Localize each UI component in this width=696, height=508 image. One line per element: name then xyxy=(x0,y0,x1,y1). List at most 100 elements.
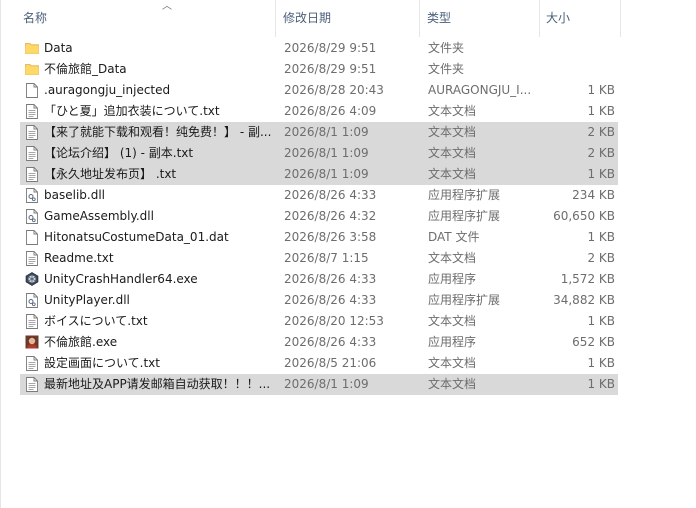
file-row[interactable]: 「ひと夏」追加衣装について.txt 2026/8/26 4:09 文本文档 1 KB xyxy=(20,101,618,122)
column-header-size-label: 大小 xyxy=(546,11,571,25)
unity-icon xyxy=(25,272,39,287)
file-size: 652 KB xyxy=(572,335,615,349)
file-type: 文本文档 xyxy=(428,314,477,328)
text-file-icon xyxy=(26,314,40,329)
file-row[interactable]: 不倫旅館.exe 2026/8/26 4:33 应用程序 652 KB xyxy=(20,332,618,353)
file-name: baselib.dll xyxy=(44,188,105,202)
file-size: 1 KB xyxy=(587,356,615,370)
file-row[interactable]: ボイスについて.txt 2026/8/20 12:53 文本文档 1 KB xyxy=(20,311,618,332)
text-file-icon xyxy=(26,251,40,266)
file-type: 文本文档 xyxy=(428,104,477,118)
file-modified-date: 2026/8/28 20:43 xyxy=(284,83,384,97)
column-header-type[interactable]: 类型 xyxy=(424,0,540,37)
file-modified-date: 2026/8/29 9:51 xyxy=(284,62,377,76)
file-name: Readme.txt xyxy=(44,251,114,265)
file-size: 234 KB xyxy=(572,188,615,202)
file-name: 設定画面について.txt xyxy=(44,356,160,370)
file-name: 不倫旅館.exe xyxy=(44,335,118,349)
text-file-icon xyxy=(26,146,40,161)
file-name: Data xyxy=(44,41,73,55)
file-modified-date: 2026/8/1 1:09 xyxy=(284,167,369,181)
file-row[interactable]: UnityCrashHandler64.exe 2026/8/26 4:33 应用程… xyxy=(20,269,618,290)
file-row[interactable]: 最新地址及APP请发邮箱自动获取！！！... 2026/8/1 1:09 文本文档 1… xyxy=(20,374,618,395)
file-type: 文本文档 xyxy=(428,377,477,391)
file-modified-date: 2026/8/1 1:09 xyxy=(284,125,369,139)
file-modified-date: 2026/8/1 1:09 xyxy=(284,377,369,391)
file-type: 应用程序扩展 xyxy=(428,209,501,223)
file-type: 文本文档 xyxy=(428,125,477,139)
column-header-name[interactable]: 名称 ︿ xyxy=(20,0,276,37)
file-row[interactable]: 【永久地址发布页】 .txt 2026/8/1 1:09 文本文档 1 KB xyxy=(20,164,618,185)
file-type: 文本文档 xyxy=(428,167,477,181)
sort-ascending-icon: ︿ xyxy=(162,1,172,12)
file-row[interactable]: .auragongju_injected 2026/8/28 20:43 AURAG… xyxy=(20,80,618,101)
text-file-icon xyxy=(26,104,40,119)
file-name: 不倫旅館_Data xyxy=(44,62,127,76)
file-type: 文件夹 xyxy=(428,62,465,76)
column-header-size[interactable]: 大小 xyxy=(543,0,621,37)
file-name: 最新地址及APP请发邮箱自动获取！！！... xyxy=(44,377,271,391)
file-row[interactable]: HitonatsuCostumeData_01.dat 2026/8/26 3:5… xyxy=(20,227,618,248)
dll-file-icon xyxy=(26,293,40,308)
text-file-icon xyxy=(26,167,40,182)
file-row[interactable]: 設定画面について.txt 2026/8/5 21:06 文本文档 1 KB xyxy=(20,353,618,374)
text-file-icon xyxy=(26,377,40,392)
file-size: 1 KB xyxy=(587,377,615,391)
file-row[interactable]: baselib.dll 2026/8/26 4:33 应用程序扩展 234 KB xyxy=(20,185,618,206)
file-type: 应用程序扩展 xyxy=(428,293,501,307)
dll-file-icon xyxy=(26,209,40,224)
file-size: 34,882 KB xyxy=(553,293,615,307)
file-size xyxy=(543,39,615,58)
file-row[interactable]: 【论坛介绍】 (1) - 副本.txt 2026/8/1 1:09 文本文档 2 KB xyxy=(20,143,618,164)
game-app-icon xyxy=(25,335,39,350)
file-size: 60,650 KB xyxy=(553,209,615,223)
file-name: ボイスについて.txt xyxy=(44,314,148,328)
dll-file-icon xyxy=(26,188,40,203)
file-name: 【永久地址发布页】 .txt xyxy=(44,167,177,181)
file-row[interactable]: 不倫旅館_Data 2026/8/29 9:51 文件夹 xyxy=(20,59,618,80)
file-name: 【来了就能下载和观看！纯免费！】 - 副... xyxy=(44,125,272,139)
column-header-date[interactable]: 修改日期 xyxy=(280,0,420,37)
file-row[interactable]: GameAssembly.dll 2026/8/26 4:32 应用程序扩展 60,6… xyxy=(20,206,618,227)
file-modified-date: 2026/8/26 4:09 xyxy=(284,104,377,118)
column-header-type-label: 类型 xyxy=(427,11,452,25)
file-type: 文本文档 xyxy=(428,356,477,370)
file-type: 文本文档 xyxy=(428,146,477,160)
file-modified-date: 2026/8/26 3:58 xyxy=(284,230,377,244)
file-modified-date: 2026/8/5 21:06 xyxy=(284,356,377,370)
file-type: AURAGONGJU_I... xyxy=(428,83,532,97)
file-row[interactable]: 【来了就能下载和观看！纯免费！】 - 副... 2026/8/1 1:09 文本文档… xyxy=(20,122,618,143)
file-type: 应用程序 xyxy=(428,272,477,286)
file-row[interactable]: Data 2026/8/29 9:51 文件夹 xyxy=(20,38,618,59)
column-header-name-label: 名称 xyxy=(23,11,48,25)
file-modified-date: 2026/8/26 4:33 xyxy=(284,335,377,349)
file-type: DAT 文件 xyxy=(428,230,480,244)
file-size: 2 KB xyxy=(587,125,615,139)
file-modified-date: 2026/8/26 4:32 xyxy=(284,209,377,223)
file-size: 1 KB xyxy=(587,230,615,244)
file-list: Data 2026/8/29 9:51 文件夹 不倫旅館_Data 2026/8/29 … xyxy=(20,38,620,395)
file-type: 应用程序 xyxy=(428,335,477,349)
file-name: .auragongju_injected xyxy=(44,83,171,97)
file-modified-date: 2026/8/26 4:33 xyxy=(284,272,377,286)
file-modified-date: 2026/8/26 4:33 xyxy=(284,188,377,202)
file-name: HitonatsuCostumeData_01.dat xyxy=(44,230,229,244)
file-modified-date: 2026/8/20 12:53 xyxy=(284,314,384,328)
file-row[interactable]: Readme.txt 2026/8/7 1:15 文本文档 2 KB xyxy=(20,248,618,269)
file-list-pane: 名称 ︿ 修改日期 类型 大小 Data 2026/8/29 9:51 文件夹 不倫旅… xyxy=(0,0,696,508)
file-size: 2 KB xyxy=(587,251,615,265)
file-icon xyxy=(26,83,40,98)
column-header-bar: 名称 ︿ 修改日期 类型 大小 xyxy=(1,0,696,37)
file-name: UnityCrashHandler64.exe xyxy=(44,272,198,286)
file-type: 应用程序扩展 xyxy=(428,188,501,202)
file-modified-date: 2026/8/26 4:33 xyxy=(284,293,377,307)
file-size: 1 KB xyxy=(587,314,615,328)
file-size: 2 KB xyxy=(587,146,615,160)
file-icon xyxy=(26,230,40,245)
file-modified-date: 2026/8/1 1:09 xyxy=(284,146,369,160)
file-modified-date: 2026/8/29 9:51 xyxy=(284,41,377,55)
folder-icon xyxy=(25,62,39,77)
text-file-icon xyxy=(26,125,40,140)
file-row[interactable]: UnityPlayer.dll 2026/8/26 4:33 应用程序扩展 34,88… xyxy=(20,290,618,311)
file-modified-date: 2026/8/7 1:15 xyxy=(284,251,369,265)
